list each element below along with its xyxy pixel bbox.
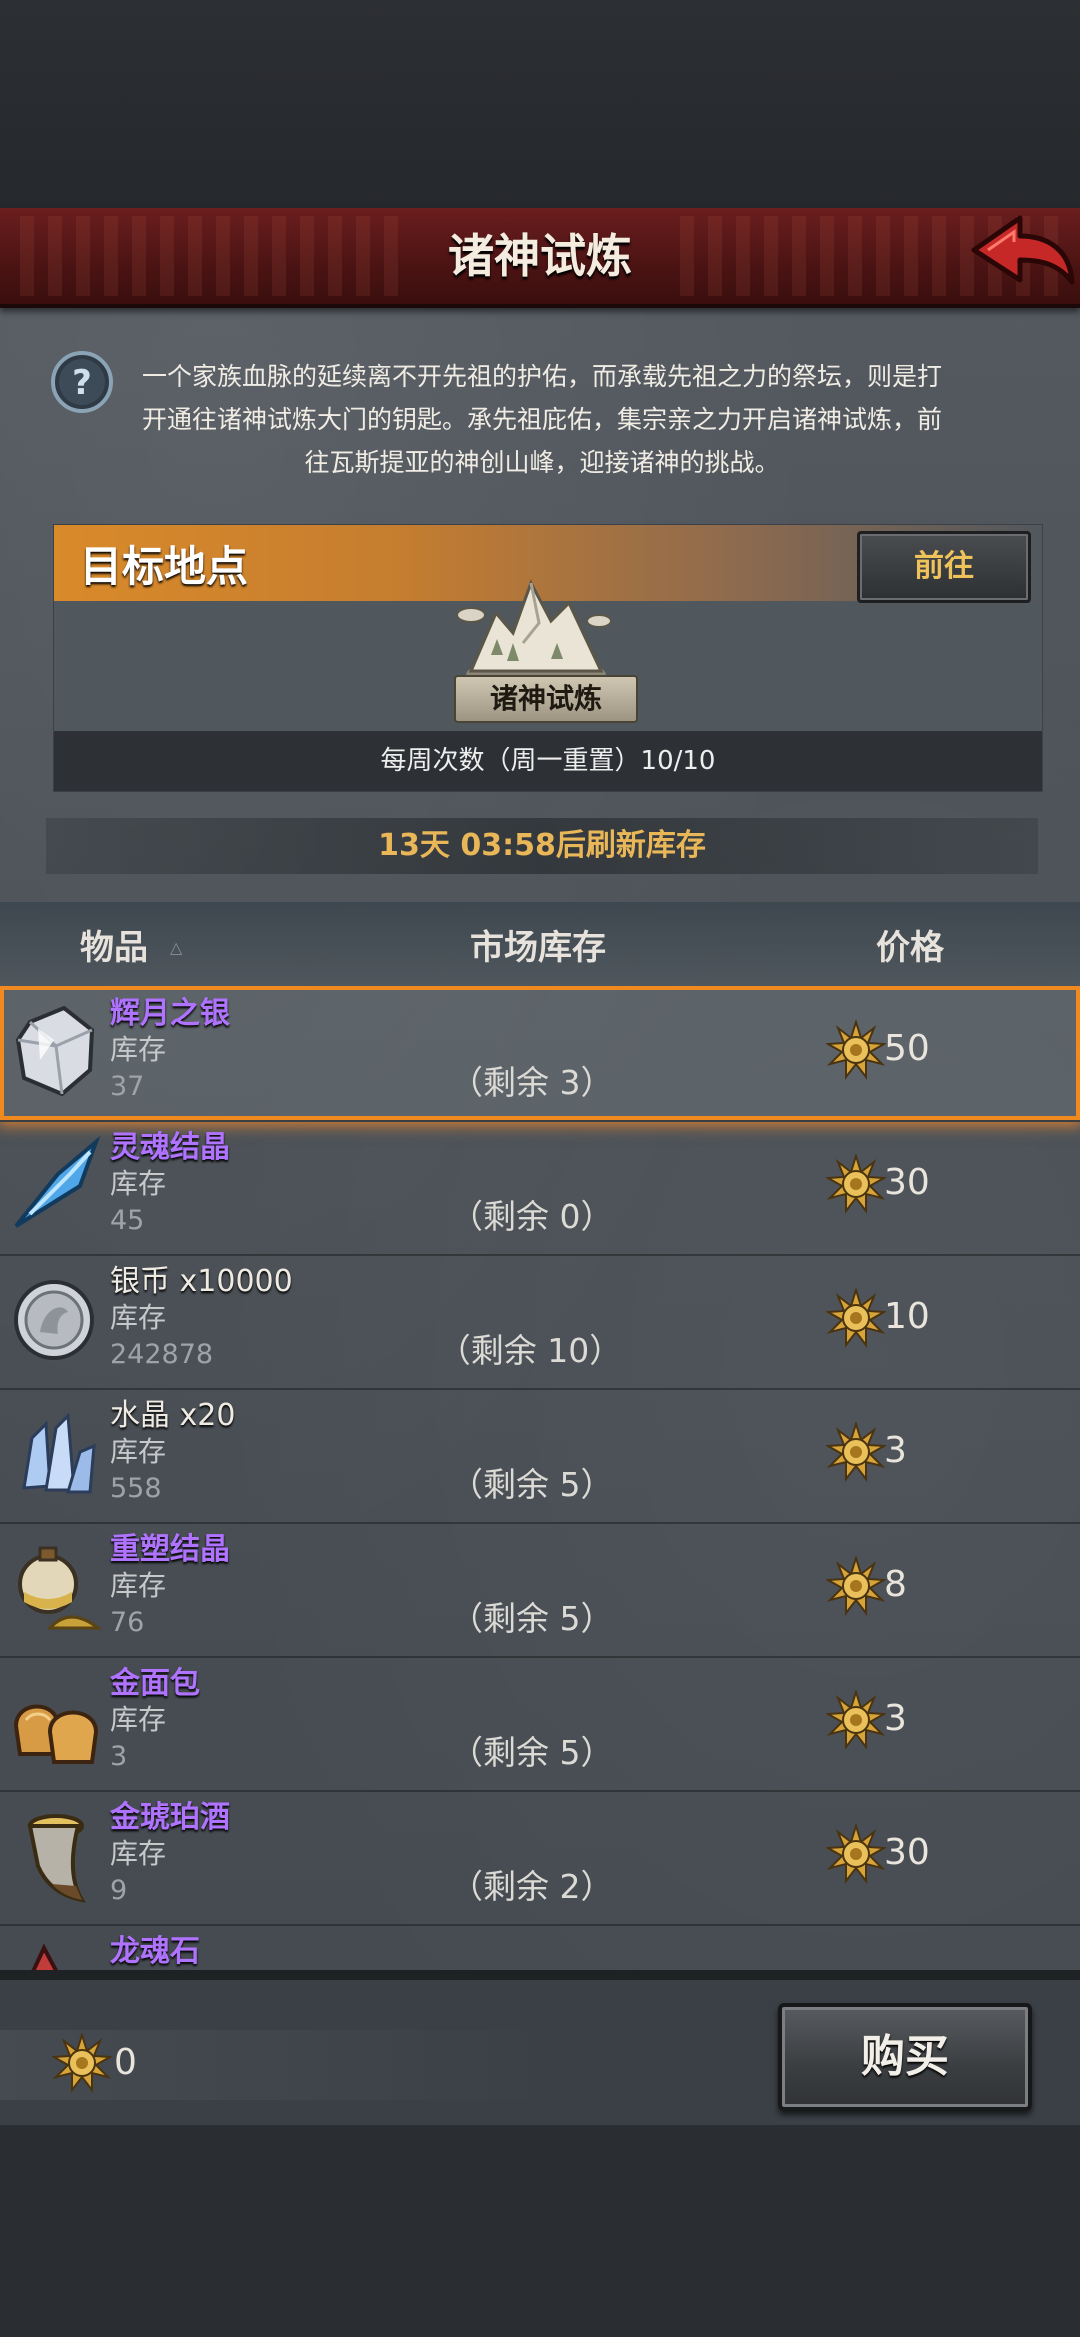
stock-label: 库存 bbox=[110, 1033, 167, 1066]
target-location-panel: 目标地点 前往 诸神试炼 每周次数（周一重置）10/10 bbox=[53, 524, 1043, 792]
stock-value: 242878 bbox=[110, 1339, 214, 1370]
help-icon[interactable]: ? bbox=[50, 350, 114, 414]
stock-label: 库存 bbox=[110, 1167, 167, 1200]
column-item[interactable]: 物品 bbox=[80, 920, 148, 969]
item-price: 30 bbox=[884, 1162, 930, 1203]
market-remaining: （剩余 5） bbox=[450, 1733, 614, 1772]
golden-bread-icon bbox=[13, 1704, 99, 1764]
sun-coin-icon bbox=[826, 1690, 886, 1750]
reshape-crystal-icon bbox=[18, 1546, 102, 1630]
buy-button[interactable]: 购买 bbox=[778, 2003, 1032, 2111]
header-bar: 诸神试炼 bbox=[0, 208, 1080, 308]
list-item[interactable]: 银币 x10000 库存 242878 （剩余 10） 10 bbox=[0, 1254, 1080, 1390]
sort-indicator-icon[interactable]: △ bbox=[170, 938, 182, 957]
market-remaining: （剩余 2） bbox=[450, 1867, 614, 1906]
svg-text:?: ? bbox=[72, 363, 92, 403]
list-item[interactable]: 重塑结晶 库存 76 （剩余 5） 8 bbox=[0, 1522, 1080, 1658]
item-name: 银币 x10000 bbox=[110, 1264, 293, 1299]
location-name-plate: 诸神试炼 bbox=[454, 675, 638, 723]
item-price: 3 bbox=[884, 1430, 907, 1471]
crystal-cluster-icon bbox=[22, 1412, 96, 1494]
sun-coin-icon bbox=[52, 2033, 112, 2093]
stock-label: 库存 bbox=[110, 1435, 167, 1468]
item-price: 8 bbox=[884, 1564, 907, 1605]
bottom-dark-area bbox=[0, 2125, 1080, 2337]
market-remaining: （剩余 10） bbox=[437, 1331, 623, 1370]
column-market-stock: 市场库存 bbox=[470, 928, 606, 968]
stock-value: 9 bbox=[110, 1875, 128, 1906]
stock-value: 37 bbox=[110, 1071, 145, 1102]
item-price: 3 bbox=[884, 1698, 907, 1739]
wallet-balance: 0 bbox=[114, 2042, 137, 2083]
market-remaining: （剩余 3） bbox=[450, 1063, 614, 1102]
amber-wine-horn-icon bbox=[27, 1814, 87, 1903]
goto-button[interactable]: 前往 bbox=[857, 531, 1031, 603]
list-item[interactable]: 水晶 x20 库存 558 （剩余 5） 3 bbox=[0, 1388, 1080, 1524]
list-item[interactable]: 龙魂石 bbox=[0, 1924, 1080, 1971]
shop-item-list[interactable]: 辉月之银 库存 37 （剩余 3） 50 灵魂结晶 库存 45 （剩余 0） 3… bbox=[0, 986, 1080, 1971]
stock-value: 3 bbox=[110, 1741, 128, 1772]
stock-refresh-timer: 13天 03:58后刷新库存 bbox=[46, 818, 1038, 874]
item-name: 金面包 bbox=[110, 1666, 200, 1701]
dragon-soul-stone-icon bbox=[31, 1943, 59, 1971]
stock-label: 库存 bbox=[110, 1837, 167, 1870]
item-price: 30 bbox=[884, 1832, 930, 1873]
stock-label: 库存 bbox=[110, 1301, 167, 1334]
stock-value: 558 bbox=[110, 1473, 162, 1504]
stock-label: 库存 bbox=[110, 1703, 167, 1736]
sun-coin-icon bbox=[826, 1556, 886, 1616]
item-name: 辉月之银 bbox=[110, 996, 230, 1031]
column-price: 价格 bbox=[876, 928, 944, 968]
item-name: 龙魂石 bbox=[110, 1934, 200, 1969]
list-item[interactable]: 金琥珀酒 库存 9 （剩余 2） 30 bbox=[0, 1790, 1080, 1926]
item-price: 50 bbox=[884, 1028, 930, 1069]
target-title: 目标地点 bbox=[80, 542, 249, 591]
list-item[interactable]: 灵魂结晶 库存 45 （剩余 0） 30 bbox=[0, 1120, 1080, 1256]
market-remaining: （剩余 0） bbox=[450, 1197, 614, 1236]
soul-crystal-icon bbox=[14, 1135, 101, 1228]
bottom-separator bbox=[0, 1970, 1080, 1980]
table-header: 物品 △ 市场库存 价格 bbox=[0, 902, 1080, 986]
silver-coin-icon bbox=[14, 1280, 94, 1360]
list-item[interactable]: 金面包 库存 3 （剩余 5） 3 bbox=[0, 1656, 1080, 1792]
list-item[interactable]: 辉月之银 库存 37 （剩余 3） 50 bbox=[0, 986, 1080, 1122]
item-name: 金琥珀酒 bbox=[110, 1800, 230, 1835]
top-dark-area bbox=[0, 0, 1080, 210]
weekly-attempts: 每周次数（周一重置）10/10 bbox=[54, 731, 1042, 791]
stock-label: 库存 bbox=[110, 1569, 167, 1602]
back-arrow-icon[interactable] bbox=[968, 210, 1076, 296]
item-name: 重塑结晶 bbox=[110, 1532, 230, 1567]
sun-coin-icon bbox=[826, 1824, 886, 1884]
stock-value: 76 bbox=[110, 1607, 145, 1638]
item-name: 水晶 x20 bbox=[110, 1398, 236, 1433]
sun-coin-icon bbox=[826, 1154, 886, 1214]
trial-description: 一个家族血脉的延续离不开先祖的护佑，而承载先祖之力的祭坛，则是打开通往诸神试炼大… bbox=[141, 362, 942, 477]
item-price: 10 bbox=[884, 1296, 930, 1337]
moon-silver-icon bbox=[15, 1005, 95, 1097]
page-title: 诸神试炼 bbox=[448, 229, 632, 283]
item-name: 灵魂结晶 bbox=[110, 1130, 230, 1165]
sun-coin-icon bbox=[826, 1288, 886, 1348]
market-remaining: （剩余 5） bbox=[450, 1465, 614, 1504]
sun-coin-icon bbox=[826, 1422, 886, 1482]
market-remaining: （剩余 5） bbox=[450, 1599, 614, 1638]
stock-value: 45 bbox=[110, 1205, 145, 1236]
sun-coin-icon bbox=[826, 1020, 886, 1080]
